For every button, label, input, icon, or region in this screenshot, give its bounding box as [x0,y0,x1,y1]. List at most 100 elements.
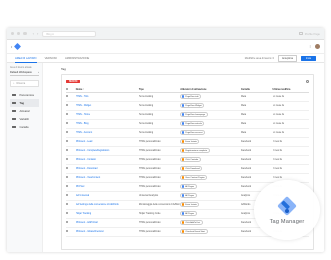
checkbox[interactable] [66,220,69,224]
tab-admin[interactable]: Amministrazione [65,54,89,63]
table-row[interactable]: FB Event - ViewContent HTML personalizzat… [66,173,309,183]
browser-profile[interactable]: Profile Page [298,32,320,36]
checkbox[interactable] [66,166,69,170]
checkbox[interactable] [66,175,69,179]
sidebar-search[interactable]: ⌕ Ricerca [10,80,39,87]
trigger-chip[interactable]: All Pages [180,192,197,199]
tag-name-link[interactable]: FB Event - ViewContent [75,173,139,183]
workspace-selector[interactable]: Default Workspace › [10,70,39,76]
row-select-cell[interactable] [66,191,76,201]
checkbox[interactable] [66,121,69,125]
trigger-chip[interactable]: PageView articolo [180,120,205,127]
preview-button[interactable]: Anteprima [278,54,297,62]
table-row[interactable]: HTML - Home Tema tracking PageView homepag… [66,110,309,120]
tag-name-link[interactable]: FB Event - AddToCart [75,218,139,228]
trigger-chip[interactable]: Click Download [180,165,203,172]
checkbox[interactable] [66,229,69,233]
checkbox[interactable] [66,202,69,206]
sidebar-item-tags[interactable]: Tag [10,99,39,107]
checkbox[interactable] [66,94,69,98]
tab-versions[interactable]: Versioni [45,54,57,63]
row-select-cell[interactable] [66,200,76,210]
close-window-dot[interactable] [11,31,15,36]
sidebar-item-triggers[interactable]: Attivatori [10,107,39,115]
trigger-chip[interactable]: PageView tutti [180,93,202,100]
row-select-cell[interactable] [66,128,76,138]
tag-name-link[interactable]: FB Event - InitiateCheckout [75,227,139,237]
trigger-chip[interactable]: Registrazione completa [180,147,210,154]
avatar[interactable] [315,44,320,49]
workspace-tabs: Area di lavoro Versioni Amministrazione … [7,54,324,63]
tag-name-link[interactable]: GA Settings della conversione di AdWords [75,200,139,210]
table-row[interactable]: FB Event - Lead HTML personalizzato Form I… [66,137,309,147]
trigger-chip[interactable]: Click AddToCart [180,219,203,226]
row-select-cell[interactable] [66,218,76,228]
back-forward-icon[interactable]: ‹ › [33,31,40,36]
tag-name-link[interactable]: FB Event - Download [75,164,139,174]
row-select-cell[interactable] [66,164,76,174]
checkbox[interactable] [66,103,69,107]
search-icon[interactable] [306,80,309,83]
trigger-chip[interactable]: View Content Pagine [180,174,208,181]
table-row[interactable]: HTML - Blog Tema tracking PageView articol… [66,119,309,129]
trigger-chip[interactable]: Form Inviato [180,138,200,145]
sidebar-item-folders[interactable]: Cartelle [10,123,39,131]
tag-name-link[interactable]: HTML - Blog [75,119,139,129]
address-bar[interactable]: Blog A [42,30,97,37]
checkbox[interactable] [66,211,69,215]
row-select-cell[interactable] [66,182,76,192]
table-row[interactable]: HTML - TAG Tema tracking PageView tutti Met… [66,92,309,102]
tag-name-link[interactable]: HTML - Account [75,128,139,138]
tag-name-link[interactable]: FB Event - CompleteRegistration [75,146,139,156]
checkbox[interactable] [66,184,69,188]
sidebar-item-variables[interactable]: Variabili [10,115,39,123]
checkbox[interactable] [66,148,69,152]
tag-name-link[interactable]: FB Pixel [75,182,139,192]
trigger-chip[interactable]: All Pages [180,210,197,217]
maximize-window-dot[interactable] [23,31,27,36]
trigger-chip[interactable]: PageView Widget [180,102,205,109]
tab-workspace[interactable]: Area di lavoro [15,54,37,63]
checkbox[interactable] [66,130,69,134]
row-select-cell[interactable] [66,227,76,237]
tag-name-link[interactable]: GA Universal [75,191,139,201]
trigger-chip[interactable]: Form Inviato [180,201,200,208]
tag-name-link[interactable]: HTML - TAG [75,92,139,102]
table-row[interactable]: FB Event - Download HTML personalizzato Cl… [66,164,309,174]
table-row[interactable]: HTML - Widget Tema tracking PageView Widge… [66,101,309,111]
checkbox[interactable] [66,87,69,90]
table-row[interactable]: HTML - Account Tema tracking PageView acco… [66,128,309,138]
row-select-cell[interactable] [66,137,76,147]
trigger-chip[interactable]: PageView account [180,129,206,136]
trigger-chip[interactable]: Checkout Event Start [180,228,208,235]
sidebar-item-overview[interactable]: Panoramica [10,91,39,99]
checkbox[interactable] [66,193,69,197]
trigger-chip[interactable]: PageView homepage [180,111,208,118]
back-arrow-icon[interactable]: • [11,45,12,49]
table-row[interactable]: FB Event - CompleteRegistration HTML pers… [66,146,309,156]
row-select-cell[interactable] [66,155,76,165]
checkbox[interactable] [66,139,69,143]
more-options-icon[interactable]: ⠇ [309,45,312,49]
row-select-cell[interactable] [66,92,76,102]
tag-name-link[interactable]: HTML - Home [75,110,139,120]
new-tag-button[interactable]: NUOVO [66,79,81,84]
row-select-cell[interactable] [66,209,76,219]
row-select-cell[interactable] [66,173,76,183]
table-row[interactable]: FB Event - Contatto HTML personalizzato Cl… [66,155,309,165]
row-select-cell[interactable] [66,101,76,111]
sidebar-item-label: Cartelle [19,125,29,129]
row-select-cell[interactable] [66,146,76,156]
minimize-window-dot[interactable] [17,31,21,36]
tag-name-link[interactable]: FB Event - Lead [75,137,139,147]
row-select-cell[interactable] [66,110,76,120]
row-select-cell[interactable] [66,119,76,129]
tag-name-link[interactable]: HTML - Widget [75,101,139,111]
tag-name-link[interactable]: Hotjar Tracking [75,209,139,219]
submit-button[interactable]: Invia [300,55,316,61]
trigger-chip[interactable]: All Pages [180,183,197,190]
trigger-chip[interactable]: Click Contatto [180,156,201,163]
tag-name-link[interactable]: FB Event - Contatto [75,155,139,165]
checkbox[interactable] [66,112,69,116]
checkbox[interactable] [66,157,69,161]
